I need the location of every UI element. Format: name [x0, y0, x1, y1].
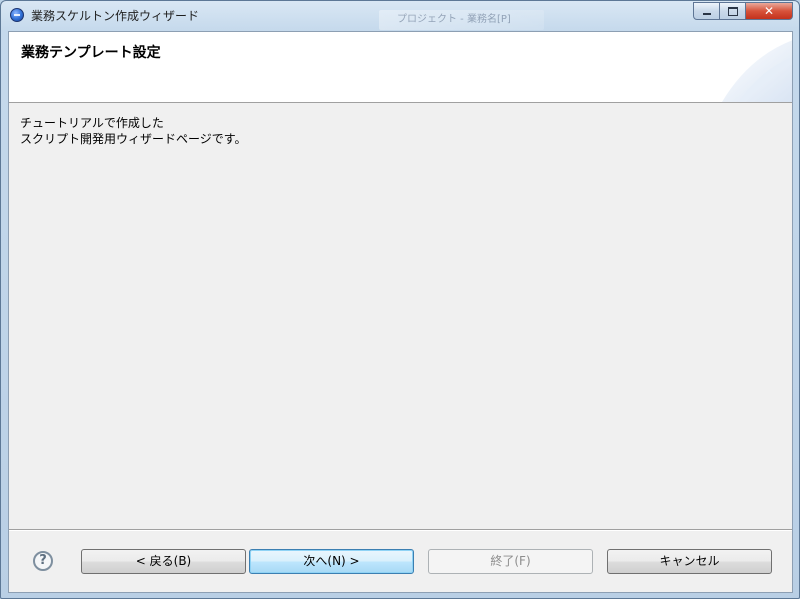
banner-decoration [722, 40, 792, 102]
minimize-icon [702, 13, 711, 15]
wizard-banner: 業務テンプレート設定 [9, 32, 792, 103]
window-title: 業務スケルトン作成ウィザード [31, 9, 200, 23]
wizard-window: 業務スケルトン作成ウィザード プロジェクト - 業務名[P] ✕ 業務テンプレー… [0, 0, 800, 599]
background-window-title: プロジェクト - 業務名[P] [379, 10, 544, 30]
maximize-button[interactable] [720, 2, 746, 20]
close-icon: ✕ [763, 4, 775, 18]
wizard-client-area: 業務テンプレート設定 チュートリアルで作成した スクリプト開発用ウィザードページ… [8, 31, 793, 593]
next-button[interactable]: 次へ(N) > [249, 549, 414, 574]
help-icon[interactable]: ? [33, 551, 53, 571]
cancel-button[interactable]: キャンセル [607, 549, 772, 574]
caption-buttons: ✕ [693, 2, 793, 20]
eclipse-app-icon[interactable] [10, 8, 24, 22]
button-bar-separator [9, 529, 792, 531]
title-bar[interactable]: 業務スケルトン作成ウィザード プロジェクト - 業務名[P] ✕ [1, 1, 799, 30]
back-button[interactable]: < 戻る(B) [81, 549, 246, 574]
close-button[interactable]: ✕ [746, 2, 793, 20]
finish-button: 終了(F) [428, 549, 593, 574]
maximize-icon [727, 6, 738, 16]
minimize-button[interactable] [693, 2, 720, 20]
page-description: チュートリアルで作成した スクリプト開発用ウィザードページです。 [20, 116, 247, 146]
page-title: 業務テンプレート設定 [21, 45, 161, 61]
